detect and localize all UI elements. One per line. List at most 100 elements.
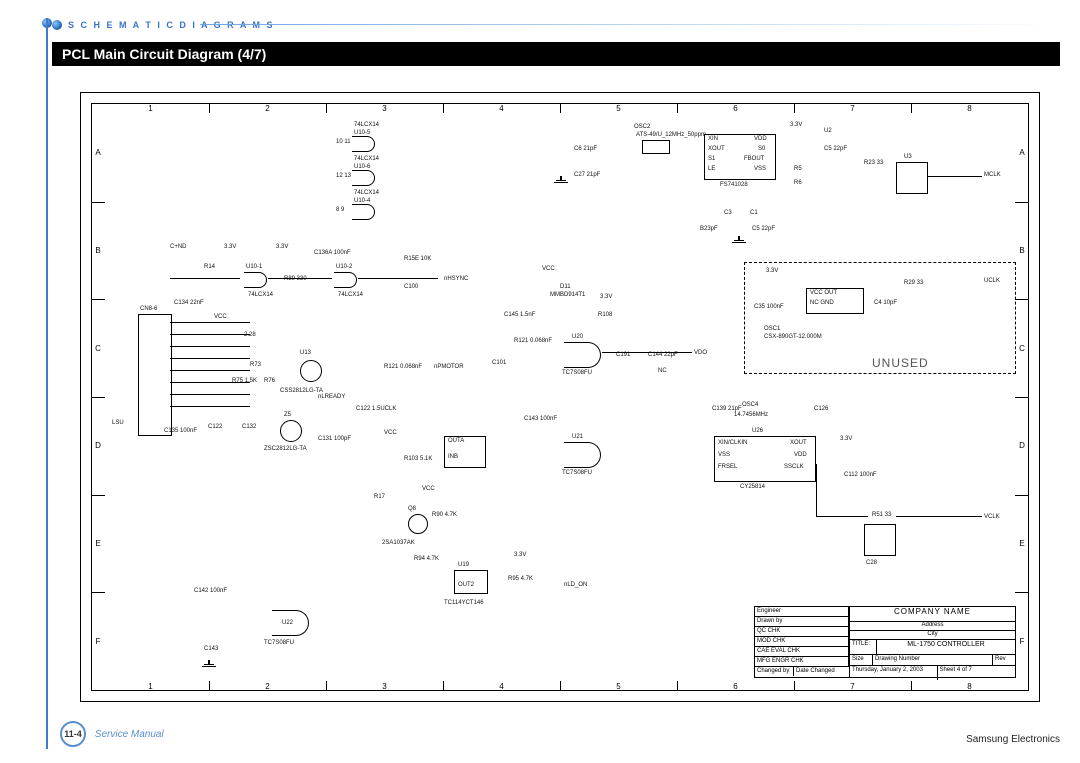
row-labels-right: ABCDEF	[1015, 104, 1029, 690]
tb-rev: Rev	[993, 655, 1015, 665]
label-r108: R108	[598, 312, 612, 318]
page-title: PCL Main Circuit Diagram (4/7)	[62, 46, 266, 62]
tb-date-value: Thursday, January 2, 2003	[850, 666, 938, 680]
label-fbout: FBOUT	[744, 156, 764, 162]
label-xin: XIN	[708, 136, 718, 142]
transistor-z5	[280, 420, 302, 442]
label-z5-part: ZSC2812LG-TA	[264, 446, 307, 452]
title-block: Engineer Drawn by QC CHK MOD CHK CAE EVA…	[754, 606, 1016, 678]
label-vdd: VDD	[754, 136, 767, 142]
label-vcc: VCC	[542, 266, 555, 272]
row-label: E	[1015, 495, 1029, 594]
row-label: D	[91, 397, 105, 496]
transistor-q8	[408, 514, 428, 534]
label-fs-part: FS741028	[720, 182, 748, 188]
label-74lcx14b: 74LCX14	[338, 292, 363, 298]
col-label: 7	[794, 681, 912, 691]
label-74lcx14a: 74LCX14	[248, 292, 273, 298]
label-inb: INB	[448, 454, 458, 460]
label-r23: R23 33	[864, 160, 883, 166]
label-osc1-part: CSX-890GT-12.000M	[764, 334, 822, 340]
col-label: 6	[677, 103, 795, 113]
label-ssclk: SSCLK	[784, 464, 804, 470]
gate-u10-1	[244, 272, 267, 288]
label-u21: U21	[572, 434, 583, 440]
label-frsel: FRSEL	[718, 464, 737, 470]
row-label: F	[1015, 592, 1029, 690]
tb-project: ML-1750 CONTROLLER	[877, 640, 1015, 654]
label-r103: R103 5.1K	[404, 456, 432, 462]
gnd-icon-c3c1	[734, 236, 744, 244]
row-label: F	[91, 592, 105, 690]
wire-vdo	[602, 352, 692, 353]
label-r95: R95 4.7K	[508, 576, 533, 582]
label-c122-2: C122 1.5UCLK	[356, 406, 396, 412]
label-c4: C4 10pF	[874, 300, 897, 306]
label-u19: U19	[458, 562, 469, 568]
label-le: LE	[708, 166, 715, 172]
label-uclk: UCLK	[984, 278, 1000, 284]
label-u22-part: TC7S08FU	[264, 640, 294, 646]
col-label: 5	[560, 103, 678, 113]
wire-b3	[358, 278, 438, 279]
gnd-icon-c143	[204, 660, 214, 668]
label-pins-8-9: 8 9	[336, 207, 344, 213]
col-label: 1	[92, 103, 210, 113]
tb-size: Size	[850, 655, 873, 665]
tb-city: City	[927, 631, 937, 639]
label-c100: C100	[404, 284, 418, 290]
label-v33-unused: 3.3V	[766, 268, 778, 274]
label-u26: U26	[752, 428, 763, 434]
label-u10-1: U10-1	[246, 264, 262, 270]
label-osc2: OSC2	[634, 124, 650, 130]
col-label: 7	[794, 103, 912, 113]
gate-u21	[564, 442, 601, 468]
label-c126: C126	[814, 406, 828, 412]
label-u2: U2	[824, 128, 832, 134]
label-s1: S1	[708, 156, 715, 162]
label-vss: VSS	[754, 166, 766, 172]
label-c145: C145 1.5nF	[504, 312, 535, 318]
wire-cn3	[170, 346, 250, 347]
wire-cn7	[170, 394, 250, 395]
wire-cn5	[170, 370, 250, 371]
label-vdd2: VDD	[794, 452, 807, 458]
label-c134: C134 22nF	[174, 300, 204, 306]
column-labels-bottom: 12345678	[92, 681, 1028, 691]
label-c6: C6 21pF	[574, 146, 597, 152]
label-u21-part: TC7S08FU	[562, 470, 592, 476]
label-u22: U22	[282, 620, 293, 626]
transistor-u13	[300, 360, 322, 382]
col-label: 2	[209, 681, 327, 691]
row-label: D	[1015, 397, 1029, 496]
tb-qc: QC CHK	[755, 627, 849, 636]
label-c112: C112 100nF	[844, 472, 877, 478]
label-c5b: C5 22pF	[824, 146, 847, 152]
label-v33c: 3.3V	[600, 294, 612, 300]
label-v33-e: 3.3V	[514, 552, 526, 558]
wire-cn2	[170, 334, 250, 335]
label-r15e: R15E 10K	[404, 256, 431, 262]
label-out2: OUT2	[458, 582, 474, 588]
wire-vclk	[896, 516, 982, 517]
col-label: 1	[92, 681, 210, 691]
label-c143b: C143	[204, 646, 218, 652]
label-vdo: VDO	[694, 350, 707, 356]
schematic-sheet: 12345678 12345678 ABCDEF ABCDEF 74LCX14 …	[80, 92, 1040, 702]
label-v33-u26: 3.3V	[840, 436, 852, 442]
label-u20: U20	[572, 334, 583, 340]
wire-ssclk-v	[816, 464, 817, 516]
label-nhsync: nHSYNC	[444, 276, 468, 282]
footer-left: 11-4 Service Manual	[60, 721, 164, 747]
breadcrumb-text: S C H E M A T I C D I A G R A M S	[68, 20, 275, 30]
label-nc-gnd: NC GND	[810, 300, 834, 306]
wire-ssclk-h	[816, 516, 868, 517]
left-gutter-rule	[46, 18, 48, 749]
label-c136a: C136A 100nF	[314, 250, 351, 256]
label-2sa: 2SA1037AK	[382, 540, 415, 546]
row-label: A	[1015, 104, 1029, 203]
label-xout2: XOUT	[790, 440, 807, 446]
label-c101: C101	[492, 360, 506, 366]
pad-vclk	[864, 524, 896, 556]
footer-page-number: 11-4	[60, 721, 86, 747]
